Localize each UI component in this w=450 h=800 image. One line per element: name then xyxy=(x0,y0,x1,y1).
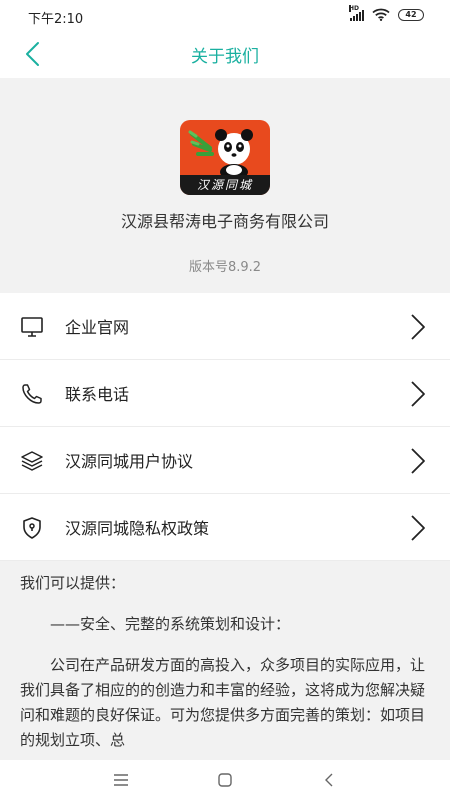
menu-label-phone: 联系电话 xyxy=(65,385,130,404)
company-info: 我们可以提供： ——安全、完整的系统策划和设计： 公司在产品研发方面的高投入，众… xyxy=(0,561,450,761)
logo-text: 汉源同城 xyxy=(180,175,270,195)
wifi-icon xyxy=(372,8,390,21)
status-time: 下午2:10 xyxy=(28,12,84,27)
menu-label-website: 企业官网 xyxy=(65,318,130,337)
menu-item-website[interactable]: 企业官网 xyxy=(0,293,450,360)
system-back-button[interactable] xyxy=(317,768,341,792)
chevron-right-icon xyxy=(411,448,425,474)
menu-item-user-agreement[interactable]: 汉源同城用户协议 xyxy=(0,427,450,494)
nav-bar: 关于我们 xyxy=(0,30,450,78)
company-name: 汉源县帮涛电子商务有限公司 xyxy=(120,212,329,231)
version-label: 版本号8.9.2 xyxy=(188,260,262,275)
info-line: ——安全、完整的系统策划和设计： xyxy=(50,615,291,633)
page-title: 关于我们 xyxy=(191,47,259,67)
chevron-right-icon xyxy=(411,314,425,340)
recents-button[interactable] xyxy=(109,768,133,792)
signal-icon: HD xyxy=(349,4,364,21)
menu-label-privacy-policy: 汉源同城隐私权政策 xyxy=(65,519,210,538)
battery-icon: 42 xyxy=(398,8,424,21)
panda-icon xyxy=(188,129,253,178)
menu-item-phone[interactable]: 联系电话 xyxy=(0,360,450,427)
status-bar: 下午2:10 HD 42 xyxy=(0,0,450,30)
app-logo: 汉源同城 xyxy=(180,120,270,195)
chevron-right-icon xyxy=(411,381,425,407)
info-paragraph: 公司在产品研发方面的高投入，众多项目的实际应用，让我们具备了相应的的创造力和丰富… xyxy=(20,656,426,749)
phone-icon xyxy=(22,384,42,404)
status-icons: HD 42 xyxy=(349,4,424,21)
home-icon xyxy=(218,773,232,787)
layers-icon xyxy=(21,451,43,471)
chevron-right-icon xyxy=(411,515,425,541)
menu-icon xyxy=(114,774,128,786)
menu-item-privacy-policy[interactable]: 汉源同城隐私权政策 xyxy=(0,494,450,561)
menu-label-user-agreement: 汉源同城用户协议 xyxy=(65,452,194,471)
monitor-icon xyxy=(21,317,43,337)
shield-icon xyxy=(23,517,41,539)
system-nav-bar xyxy=(0,760,450,800)
info-heading: 我们可以提供： xyxy=(20,574,126,592)
about-header: 汉源同城 汉源县帮涛电子商务有限公司 版本号8.9.2 xyxy=(0,78,450,293)
about-menu: 企业官网 联系电话 汉源同城用户协议 汉源同城隐私权政策 xyxy=(0,293,450,561)
back-icon xyxy=(325,773,333,787)
hd-label: HD xyxy=(349,4,360,12)
home-button[interactable] xyxy=(213,768,237,792)
